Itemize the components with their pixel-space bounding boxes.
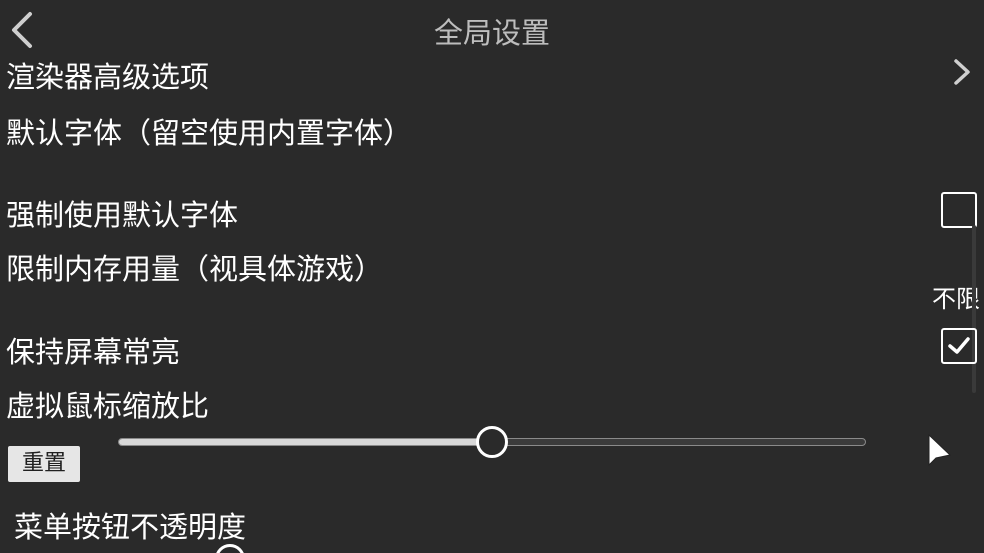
force-default-font-checkbox[interactable] (941, 192, 977, 228)
virtual-mouse-scale-label: 虚拟鼠标缩放比 (6, 389, 210, 423)
force-default-font-label: 强制使用默认字体 (6, 198, 239, 232)
menu-button-opacity-label: 菜单按钮不透明度 (14, 510, 247, 544)
keep-screen-on-checkbox[interactable] (941, 328, 977, 364)
chevron-right-icon[interactable] (950, 58, 974, 86)
mouse-cursor-icon (928, 433, 952, 467)
checkmark-icon (948, 337, 970, 354)
keep-screen-on-label: 保持屏幕常亮 (6, 335, 181, 369)
renderer-advanced-options[interactable]: 渲染器高级选项 (6, 54, 209, 96)
memory-limit-label: 限制内存用量（视具体游戏） (6, 252, 384, 286)
slider-fill (119, 439, 492, 445)
reset-button[interactable]: 重置 (8, 446, 80, 482)
page-title: 全局设置 (433, 16, 550, 50)
scrollbar[interactable] (972, 225, 976, 393)
slider-thumb[interactable] (476, 426, 508, 458)
global-settings-screen: 全局设置 渲染器高级选项 默认字体（留空使用内置字体） 强制使用默认字体 限制内… (0, 0, 984, 553)
default-font-setting[interactable]: 默认字体（留空使用内置字体） (6, 110, 412, 152)
